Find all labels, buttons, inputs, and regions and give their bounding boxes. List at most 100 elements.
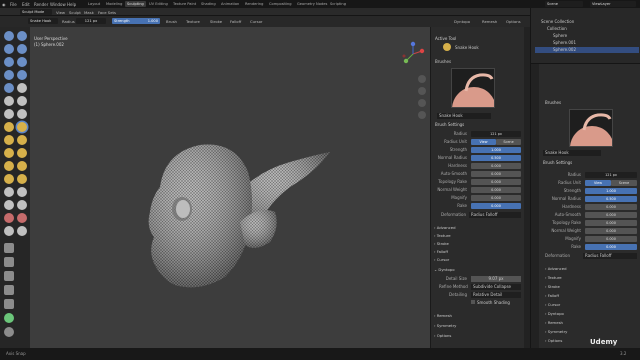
tab-shading[interactable]: Shading	[199, 1, 218, 7]
menu-dyntopo[interactable]: Dyntopo	[454, 19, 470, 24]
navigation-gizmo[interactable]	[400, 41, 426, 67]
pinch-brush-icon[interactable]	[4, 122, 14, 132]
props-section-7[interactable]: › Symmetry	[545, 329, 567, 334]
npanel-field-7[interactable]: 0.000	[471, 187, 521, 193]
fill-brush-icon[interactable]	[17, 96, 27, 106]
camera-view-icon[interactable]	[418, 99, 426, 107]
blender-logo-icon[interactable]: ◉	[2, 2, 6, 7]
menu-window[interactable]: Window	[50, 2, 66, 7]
tab-geometry-nodes[interactable]: Geometry Nodes	[295, 1, 329, 7]
props-field-8[interactable]: 0.000	[585, 236, 637, 242]
outliner-scene-collection[interactable]: Scene Collection	[541, 20, 574, 24]
smooth-brush-icon[interactable]	[17, 83, 27, 93]
props-field-4[interactable]: 0.000	[585, 204, 637, 210]
outliner-item-sphere-001[interactable]: Sphere.001	[553, 41, 576, 45]
radius-field[interactable]: 121 px	[76, 18, 106, 24]
deformation-select[interactable]: Radius Falloff	[469, 212, 521, 218]
grab-brush-icon[interactable]	[4, 135, 14, 145]
props-section-0[interactable]: › Advanced	[545, 266, 567, 271]
multires-displacement-eraser-icon[interactable]	[4, 213, 14, 223]
box-mask-icon[interactable]	[4, 243, 14, 253]
layer-brush-icon[interactable]	[17, 57, 27, 67]
props-section-3[interactable]: › Falloff	[545, 293, 559, 298]
multiplane-scrape-brush-icon[interactable]	[17, 109, 27, 119]
inflate-brush-icon[interactable]	[4, 70, 14, 80]
detailing-select[interactable]: Relative Detail	[471, 292, 521, 298]
npanel-field-8[interactable]: 0.000	[471, 195, 521, 201]
props-field-2[interactable]: 1.000	[585, 188, 637, 194]
slide-relax-brush-icon[interactable]	[4, 174, 14, 184]
tab-uv-editing[interactable]: UV Editing	[147, 1, 170, 7]
thumb-brush-icon[interactable]	[4, 148, 14, 158]
cloth-brush-icon[interactable]	[4, 187, 14, 197]
box-hide-icon[interactable]	[4, 257, 14, 267]
props-brush-preview[interactable]	[569, 109, 613, 147]
flatten-brush-icon[interactable]	[4, 96, 14, 106]
brush-name-field[interactable]: Snake Hook	[437, 113, 491, 119]
npanel-toggle-a-1[interactable]: View	[471, 139, 496, 145]
props-brush-name-field[interactable]: Snake Hook	[543, 150, 601, 156]
props-deformation-select[interactable]: Radius Falloff	[583, 253, 637, 259]
npanel-field-6[interactable]: 0.000	[471, 179, 521, 185]
props-field-6[interactable]: 0.000	[585, 220, 637, 226]
line-project-icon[interactable]	[4, 299, 14, 309]
blob-brush-icon[interactable]	[17, 70, 27, 80]
props-toggle-a-1[interactable]: View	[585, 180, 611, 186]
section-remesh[interactable]: › Remesh	[434, 313, 452, 318]
boundary-brush-icon[interactable]	[17, 174, 27, 184]
elastic-deform-brush-icon[interactable]	[17, 135, 27, 145]
tab-animation[interactable]: Animation	[219, 1, 241, 7]
menu-brush[interactable]: Brush	[166, 19, 177, 24]
section-options[interactable]: › Options	[434, 333, 451, 338]
npanel-field-5[interactable]: 0.000	[471, 171, 521, 177]
clay-brush-icon[interactable]	[4, 44, 14, 54]
tab-layout[interactable]: Layout	[86, 1, 102, 7]
draw-sharp-brush-icon[interactable]	[17, 31, 27, 41]
menu-sculpt[interactable]: Sculpt	[69, 10, 81, 15]
props-section-8[interactable]: › Options	[545, 338, 562, 343]
rotate-brush-icon[interactable]	[17, 161, 27, 171]
properties-tabs[interactable]	[531, 64, 539, 349]
detail-size-field[interactable]: 9.07 px	[471, 276, 521, 282]
draw-face-sets-brush-icon[interactable]	[17, 200, 27, 210]
props-field-0[interactable]: 121 px	[585, 172, 637, 178]
props-field-9[interactable]: 0.000	[585, 244, 637, 250]
3d-viewport[interactable]: User Perspective (1) Sphere.002	[30, 27, 430, 348]
scrape-brush-icon[interactable]	[4, 109, 14, 119]
npanel-field-2[interactable]: 1.000	[471, 147, 521, 153]
menu-texture[interactable]: Texture	[186, 19, 200, 24]
menu-options[interactable]: Options	[506, 19, 521, 24]
menu-cursor[interactable]: Cursor	[250, 19, 262, 24]
npanel-field-4[interactable]: 0.000	[471, 163, 521, 169]
npanel-toggle-b-1[interactable]: Scene	[496, 139, 521, 145]
tab-modeling[interactable]: Modeling	[104, 1, 124, 7]
pan-hand-icon[interactable]	[418, 87, 426, 95]
props-section-5[interactable]: › Dyntopo	[545, 311, 564, 316]
menu-file[interactable]: File	[10, 2, 17, 7]
tab-compositing[interactable]: Compositing	[267, 1, 294, 7]
mesh-filter-icon[interactable]	[4, 313, 14, 323]
menu-remesh[interactable]: Remesh	[482, 19, 497, 24]
zoom-icon[interactable]	[418, 75, 426, 83]
props-section-4[interactable]: › Cursor	[545, 302, 560, 307]
menu-view[interactable]: View	[56, 10, 65, 15]
props-section-1[interactable]: › Texture	[545, 275, 562, 280]
brush-settings-header[interactable]: Brush Settings	[435, 123, 464, 127]
tab-sculpting[interactable]: Sculpting	[125, 1, 146, 7]
menu-edit[interactable]: Edit	[22, 2, 30, 7]
tab-rendering[interactable]: Rendering	[243, 1, 265, 7]
props-brush-settings-header[interactable]: Brush Settings	[543, 161, 572, 165]
pose-brush-icon[interactable]	[17, 148, 27, 158]
tool-name-field[interactable]: Snake Hook	[28, 18, 58, 24]
outliner-item-sphere[interactable]: Sphere	[553, 34, 567, 38]
tab-texture-paint[interactable]: Texture Paint	[171, 1, 198, 7]
strength-field[interactable]: Strength 1.000	[112, 18, 160, 24]
outliner-item-collection[interactable]: Collection	[547, 27, 567, 31]
box-trim-icon[interactable]	[4, 285, 14, 295]
smooth-shading-checkbox[interactable]	[471, 300, 475, 304]
nudge-brush-icon[interactable]	[4, 161, 14, 171]
npanel-field-9[interactable]: 0.000	[471, 203, 521, 209]
outliner-item-sphere-002[interactable]: Sphere.002	[535, 47, 639, 53]
snake-hook-tool-icon[interactable]	[443, 43, 451, 51]
npanel-field-3[interactable]: 0.500	[471, 155, 521, 161]
